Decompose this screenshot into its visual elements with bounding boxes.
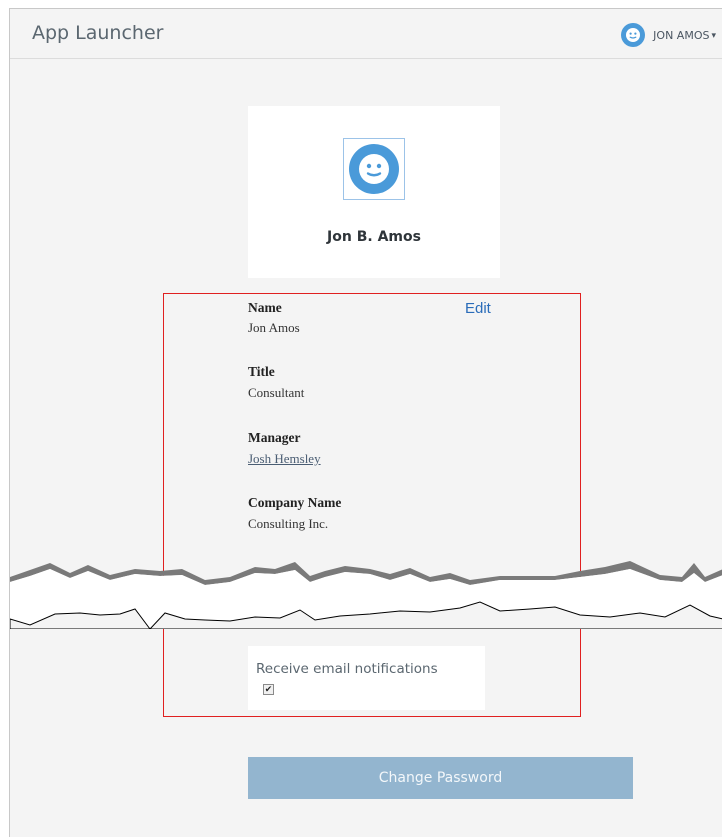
manager-link[interactable]: Josh Hemsley: [248, 451, 321, 467]
app-window: App Launcher JON AMOS ▾ Jon B. Amos Edit…: [9, 8, 722, 837]
user-menu[interactable]: JON AMOS ▾: [621, 23, 716, 47]
notification-settings: Receive email notifications ✔: [248, 646, 485, 710]
user-avatar-icon: [621, 23, 646, 47]
avatar[interactable]: [343, 138, 405, 200]
torn-edge-divider: [10, 561, 722, 629]
smiley-face-icon: [349, 144, 399, 194]
edit-link[interactable]: Edit: [465, 300, 491, 317]
top-bar: App Launcher JON AMOS ▾: [10, 9, 722, 59]
company-label: Company Name: [248, 495, 342, 510]
change-password-button[interactable]: Change Password: [248, 757, 633, 799]
email-notifications-checkbox[interactable]: ✔: [263, 684, 274, 695]
company-value: Consulting Inc.: [248, 516, 329, 531]
title-label: Title: [248, 364, 275, 379]
user-name: JON AMOS: [653, 28, 710, 42]
title-value: Consultant: [248, 385, 305, 400]
name-label: Name: [248, 300, 282, 315]
profile-card: Jon B. Amos: [248, 106, 500, 278]
name-value: Jon Amos: [248, 320, 300, 335]
app-title[interactable]: App Launcher: [32, 22, 163, 44]
profile-full-name: Jon B. Amos: [327, 229, 421, 245]
chevron-down-icon: ▾: [711, 29, 716, 40]
manager-label: Manager: [248, 430, 301, 445]
notification-label: Receive email notifications: [256, 661, 438, 677]
